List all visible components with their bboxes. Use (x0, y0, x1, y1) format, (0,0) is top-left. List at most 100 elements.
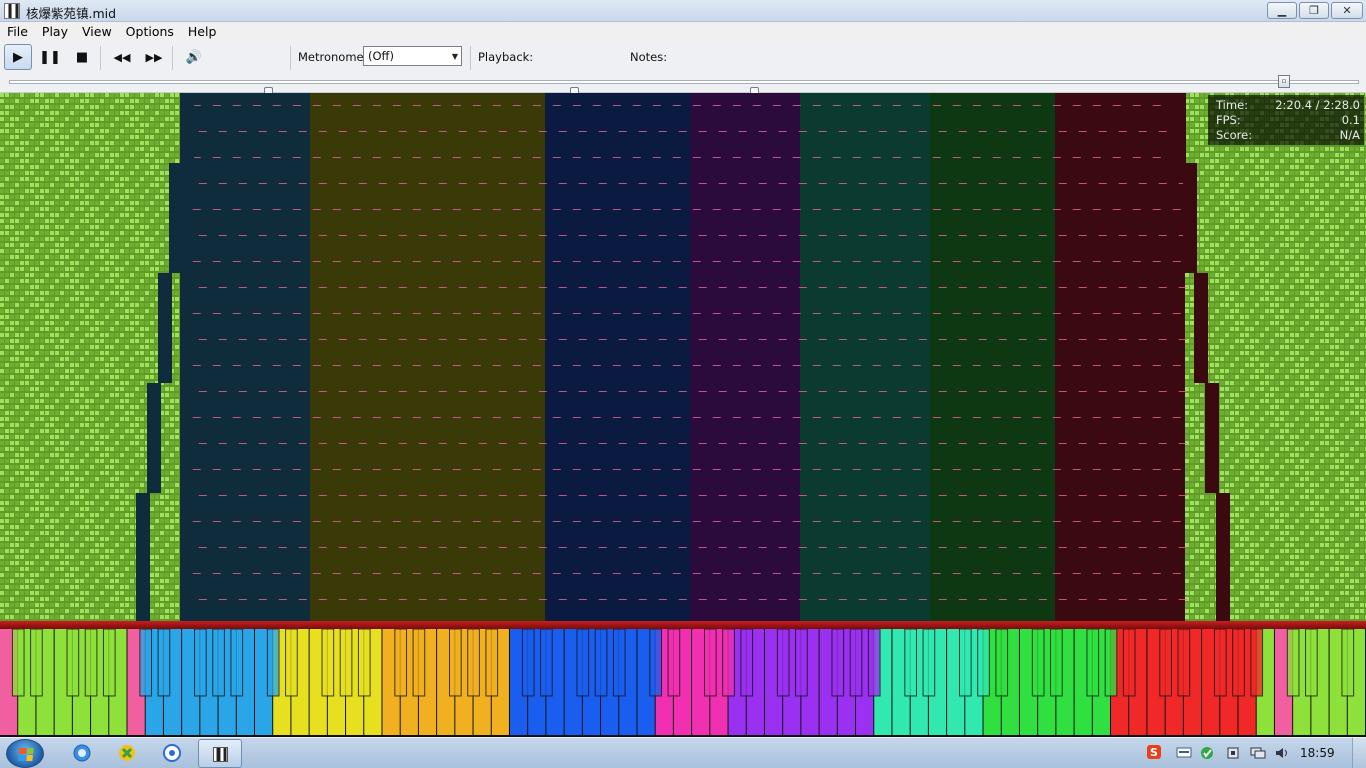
black-key[interactable] (194, 629, 207, 697)
black-key[interactable] (139, 629, 153, 697)
black-key[interactable] (1159, 629, 1172, 697)
black-key[interactable] (84, 629, 98, 697)
volume-tray-icon[interactable] (1274, 746, 1290, 760)
network-tray-icon[interactable] (1250, 746, 1266, 760)
usb-icon[interactable] (1225, 746, 1241, 760)
black-key[interactable] (612, 629, 626, 697)
black-key[interactable] (449, 629, 462, 697)
black-key[interactable] (1232, 629, 1245, 697)
black-key[interactable] (1286, 629, 1300, 697)
black-key[interactable] (576, 629, 590, 697)
black-key[interactable] (66, 629, 80, 697)
fast-forward-button[interactable]: ▶▶ (140, 44, 168, 70)
sogou-icon[interactable]: S (1146, 744, 1162, 759)
menu-view[interactable]: View (75, 22, 119, 41)
note-column (545, 93, 690, 621)
black-key[interactable] (394, 629, 408, 697)
black-key[interactable] (1104, 629, 1118, 697)
chevron-down-icon: ▼ (451, 52, 458, 61)
time-value: 2:20.4 / 2:28.0 (1275, 98, 1360, 112)
black-key[interactable] (230, 629, 244, 697)
toolbar-separator (290, 46, 291, 70)
note-column (1055, 93, 1185, 621)
time-label: Time: (1216, 98, 1249, 112)
seek-thumb[interactable]: ▫ (1278, 75, 1290, 88)
piano-from-above-window: 核爆紫苑镇.mid ▁ ❐ ✕ File Play View Options H… (0, 0, 1366, 768)
black-key[interactable] (30, 629, 43, 697)
black-key[interactable] (995, 629, 1009, 697)
black-key[interactable] (1050, 629, 1063, 697)
notes-label: Notes: (630, 50, 668, 64)
black-key[interactable] (667, 629, 681, 697)
rewind-button[interactable]: ◀◀ (108, 44, 136, 70)
note-column (180, 93, 310, 621)
black-key[interactable] (1122, 629, 1136, 697)
black-key[interactable] (485, 629, 499, 697)
security-icon[interactable] (1200, 746, 1216, 760)
black-key[interactable] (922, 629, 936, 697)
black-key[interactable] (102, 629, 116, 697)
black-key[interactable] (285, 629, 298, 697)
volume-icon[interactable]: 🔊 (180, 44, 208, 70)
black-key[interactable] (266, 629, 280, 697)
close-button[interactable]: ✕ (1331, 2, 1363, 19)
black-key[interactable] (977, 629, 990, 697)
keyboard-icon[interactable] (1176, 746, 1192, 760)
black-key[interactable] (594, 629, 608, 697)
stop-button[interactable]: ■ (68, 44, 96, 70)
start-button[interactable] (6, 739, 44, 768)
black-key[interactable] (795, 629, 808, 697)
black-key[interactable] (412, 629, 426, 697)
black-key[interactable] (649, 629, 663, 697)
menu-play[interactable]: Play (35, 22, 75, 41)
black-key[interactable] (867, 629, 881, 697)
fps-row: FPS: 0.1 (1216, 113, 1360, 128)
note-column (800, 93, 930, 621)
media-icon[interactable] (115, 741, 139, 765)
score-label: Score: (1216, 128, 1253, 142)
menu-file[interactable]: File (0, 22, 35, 41)
minimize-button[interactable]: ▁ (1267, 2, 1297, 19)
piano-app-icon (213, 747, 228, 762)
black-key[interactable] (357, 629, 371, 697)
network-icon[interactable] (160, 741, 184, 765)
title-bar: 核爆紫苑镇.mid ▁ ❐ ✕ (0, 0, 1366, 22)
black-key[interactable] (212, 629, 225, 697)
black-key[interactable] (740, 629, 754, 697)
pause-button[interactable]: ❚❚ (36, 44, 64, 70)
black-key[interactable] (1305, 629, 1318, 697)
black-key[interactable] (1031, 629, 1045, 697)
black-key[interactable] (339, 629, 353, 697)
black-key[interactable] (849, 629, 863, 697)
black-key[interactable] (703, 629, 717, 697)
time-row: Time: 2:20.4 / 2:28.0 (1216, 98, 1360, 113)
taskbar-piano-app[interactable] (198, 739, 242, 768)
black-key[interactable] (904, 629, 917, 697)
black-key[interactable] (1341, 629, 1355, 697)
play-button[interactable]: ▶ (4, 44, 32, 70)
black-key[interactable] (157, 629, 171, 697)
black-key[interactable] (321, 629, 335, 697)
metronome-dropdown[interactable]: (Off) ▼ (363, 46, 462, 66)
black-key[interactable] (1086, 629, 1100, 697)
menu-help[interactable]: Help (181, 22, 224, 41)
taskbar-clock[interactable]: 18:59 (1300, 746, 1335, 760)
black-key[interactable] (776, 629, 790, 697)
black-key[interactable] (722, 629, 735, 697)
black-key[interactable] (1177, 629, 1191, 697)
maximize-button[interactable]: ❐ (1299, 2, 1329, 19)
black-key[interactable] (521, 629, 535, 697)
black-key[interactable] (958, 629, 972, 697)
seek-bar[interactable] (9, 80, 1359, 84)
menu-options[interactable]: Options (119, 22, 181, 41)
window-title: 核爆紫苑镇.mid (26, 6, 117, 21)
show-desktop-button[interactable] (1352, 738, 1366, 768)
black-key[interactable] (831, 629, 845, 697)
black-key[interactable] (1250, 629, 1264, 697)
ie-icon[interactable] (70, 741, 94, 765)
black-key[interactable] (11, 629, 25, 697)
black-key[interactable] (467, 629, 480, 697)
black-key[interactable] (540, 629, 553, 697)
notes-svg (0, 93, 1366, 621)
black-key[interactable] (1213, 629, 1227, 697)
